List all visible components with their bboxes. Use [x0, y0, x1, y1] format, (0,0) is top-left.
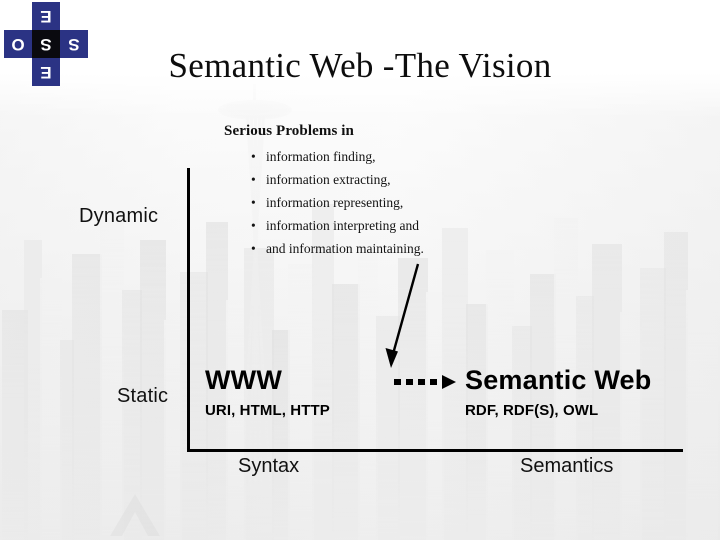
www-block: WWW URI, HTML, HTTP: [205, 365, 330, 421]
building: [272, 330, 290, 540]
building: [60, 340, 74, 540]
chevron-watermark-icon: [110, 494, 160, 536]
building: [686, 290, 718, 540]
www-subtitle: URI, HTML, HTTP: [205, 402, 330, 419]
needle-disc: [218, 100, 292, 120]
bullet-icon: •: [251, 241, 256, 256]
slide-canvas: E O S S E Semantic Web -The Vision Serio…: [0, 0, 720, 540]
dotted-right-arrow-icon: [394, 374, 460, 390]
list-item: • information interpreting and: [251, 214, 524, 237]
arrow-dot: [418, 379, 425, 385]
semantic-web-block: Semantic Web RDF, RDF(S), OWL: [465, 365, 651, 421]
arrow-dot: [406, 379, 413, 385]
problems-block: Serious Problems in • information findin…: [224, 123, 524, 260]
building: [332, 284, 360, 540]
building: [180, 272, 208, 540]
building: [466, 304, 488, 540]
arrow-head: [442, 375, 456, 389]
y-axis-bottom-label: Static: [117, 385, 169, 407]
logo-arm-top: E: [32, 2, 60, 30]
list-item: • information extracting,: [251, 168, 524, 191]
x-axis-right-label: Semantics: [520, 455, 614, 477]
bullet-icon: •: [251, 172, 256, 187]
logo-letter-top: E: [40, 7, 52, 26]
building: [100, 210, 124, 540]
building: [358, 240, 378, 540]
list-item: • information representing,: [251, 191, 524, 214]
list-item-label: information finding,: [266, 149, 376, 164]
list-item-label: information representing,: [266, 195, 404, 210]
slide-title: Semantic Web -The Vision: [168, 46, 552, 85]
building: [122, 290, 142, 540]
www-title: WWW: [205, 365, 283, 395]
semantic-web-subtitle: RDF, RDF(S), OWL: [465, 402, 599, 419]
building: [2, 310, 28, 540]
building: [426, 292, 444, 540]
arrow-dot: [430, 379, 437, 385]
list-item-label: information interpreting and: [266, 218, 419, 233]
problems-heading: Serious Problems in: [224, 123, 354, 139]
bullet-icon: •: [251, 149, 256, 164]
list-item-label: information extracting,: [266, 172, 391, 187]
list-item: • information finding,: [251, 145, 524, 168]
semantic-web-title: Semantic Web: [465, 365, 652, 395]
arrow-dot: [394, 379, 401, 385]
building: [620, 312, 642, 540]
bullet-icon: •: [251, 218, 256, 233]
needle-spire: [253, 84, 256, 104]
y-axis-line: [187, 168, 190, 452]
building: [72, 254, 102, 540]
building: [512, 326, 532, 540]
y-axis-top-label: Dynamic: [79, 205, 159, 227]
x-axis-line: [187, 449, 683, 452]
x-axis-left-label: Syntax: [238, 455, 300, 477]
building: [24, 240, 42, 540]
bullet-icon: •: [251, 195, 256, 210]
problems-list: • information finding, • information ext…: [224, 145, 524, 260]
list-item-label: and information maintaining.: [266, 241, 424, 256]
diagonal-down-arrow-icon: [385, 263, 420, 368]
list-item: • and information maintaining.: [251, 237, 524, 260]
building: [164, 320, 182, 540]
building: [40, 278, 62, 540]
building: [664, 232, 688, 540]
